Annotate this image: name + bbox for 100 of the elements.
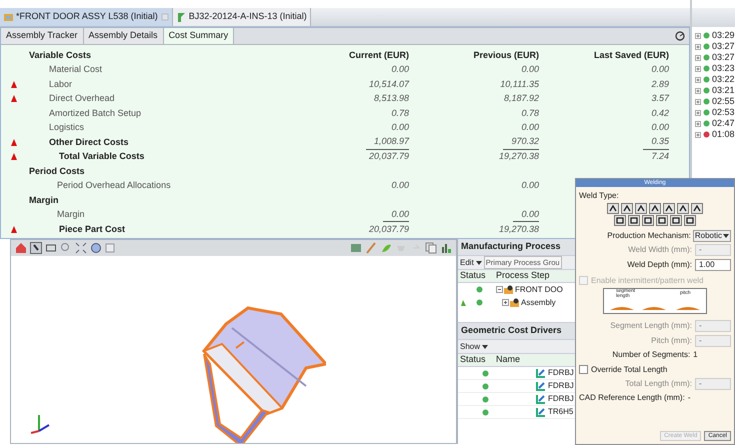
row-label: Margin	[29, 194, 59, 207]
history-time[interactable]: 03:29	[712, 28, 735, 42]
history-time[interactable]: 03:27	[712, 50, 735, 64]
checkbox[interactable]	[579, 365, 588, 374]
column-header: Process Step	[496, 269, 550, 282]
field-label: CAD Reference Length (mm):	[579, 392, 685, 404]
table-cell-text: 2.89	[650, 78, 669, 90]
copy-icon[interactable]	[425, 242, 437, 254]
process-icon	[510, 298, 520, 308]
column-header: Name	[496, 353, 520, 366]
weld-type-icon[interactable]	[663, 203, 675, 214]
column-header: Status	[459, 353, 487, 366]
expand-icon[interactable]	[695, 54, 701, 60]
row-label: Direct Overhead	[48, 92, 115, 105]
weld-type-icon[interactable]	[691, 203, 703, 214]
driver-name[interactable]: TR6H5	[548, 406, 574, 418]
row-label: Margin	[56, 208, 85, 221]
table-cell-text: 0.00	[390, 121, 409, 134]
weld-type-icon[interactable]	[670, 215, 682, 226]
chart-icon[interactable]	[440, 242, 452, 254]
expand-icon[interactable]	[695, 132, 701, 138]
weld-type-icon[interactable]	[677, 203, 689, 214]
field-value: -	[688, 392, 690, 404]
fit-icon[interactable]	[75, 242, 87, 254]
table-cell-text: 0.00	[390, 179, 409, 192]
table-cell-text: 3.57	[650, 92, 669, 105]
weld-type-icon[interactable]	[649, 203, 661, 214]
rotate-icon[interactable]	[90, 242, 102, 254]
driver-name[interactable]: FDRBJ	[548, 393, 574, 405]
input-field[interactable]: 1.00	[695, 259, 731, 271]
table-cell-text: 20,037.79	[368, 150, 409, 163]
assembly-icon	[3, 12, 13, 22]
table-cell-text: 8,187.92	[502, 92, 539, 105]
zoom-icon[interactable]	[60, 242, 72, 254]
pointer-icon[interactable]	[30, 242, 42, 254]
row-label: Labor	[48, 78, 72, 90]
dropdown[interactable]: Robotic	[692, 230, 731, 242]
expand-icon[interactable]	[695, 88, 701, 94]
view-tab[interactable]: Cost Summary	[164, 28, 234, 44]
table-cell: 1,008.97	[366, 135, 409, 150]
weld-type-icon[interactable]	[642, 215, 654, 226]
table-cell-text: 0.00	[650, 63, 669, 76]
expand-icon[interactable]	[695, 66, 701, 72]
history-time[interactable]: 03:23	[712, 62, 735, 76]
expand-icon[interactable]	[695, 120, 701, 126]
refresh-icon[interactable]	[675, 31, 685, 41]
history-time[interactable]: 01:08	[712, 128, 735, 142]
menu-button[interactable]: Edit	[460, 256, 482, 268]
history-time[interactable]: 02:53	[712, 106, 735, 120]
weld-type-icon[interactable]	[628, 215, 640, 226]
document-tab[interactable]: *FRONT DOOR ASSY L538 (Initial)	[0, 8, 173, 26]
expand-icon[interactable]	[695, 110, 701, 116]
weld-type-icon[interactable]	[656, 215, 668, 226]
table-cell-text: 8,513.98	[372, 92, 409, 105]
table-cell-text: 19,270.38	[498, 150, 539, 163]
column-header: Status	[459, 269, 487, 282]
table-cell-text: 0.00	[520, 179, 539, 192]
panel-title: Manufacturing Process	[458, 239, 575, 255]
document-tab[interactable]: BJ32-20124-A-INS-13 (Initial)	[172, 8, 311, 26]
process-step[interactable]: Assembly	[521, 296, 556, 308]
field-label: Production Mechanism:	[607, 230, 691, 242]
expand-icon[interactable]	[695, 32, 701, 38]
caret-icon[interactable]	[723, 234, 729, 238]
table-cell: 0.00	[513, 208, 539, 222]
table-cell: 0.00	[383, 208, 409, 222]
checkbox-label: Enable intermittent/pattern weld	[591, 274, 704, 286]
row-label: Period Costs	[29, 164, 85, 178]
process-step[interactable]: FRONT DOO	[515, 284, 563, 296]
expand-icon[interactable]	[695, 76, 701, 82]
weld-type-icon[interactable]	[621, 203, 633, 214]
driver-name[interactable]: FDRBJ	[548, 367, 574, 379]
history-time[interactable]: 02:55	[712, 94, 735, 108]
expand-icon[interactable]	[695, 98, 701, 104]
expand-icon[interactable]	[502, 299, 509, 306]
table-cell-text: 10,111.35	[499, 78, 539, 90]
caret-icon[interactable]	[476, 260, 482, 264]
weld-type-icon[interactable]	[635, 203, 647, 214]
caret-icon[interactable]	[482, 344, 488, 348]
history-time[interactable]: 03:27	[712, 40, 735, 54]
field-label: Weld Type:	[579, 190, 620, 202]
menu-button[interactable]: Show	[460, 340, 488, 352]
table-cell-text: 0.00	[520, 121, 539, 134]
view-tab[interactable]: Assembly Tracker	[1, 28, 84, 44]
field-label: Segment Length (mm):	[610, 320, 692, 332]
weld-type-icon[interactable]	[684, 215, 696, 226]
weld-type-icon[interactable]	[607, 203, 619, 214]
driver-name[interactable]: FDRBJ	[548, 380, 574, 392]
rectangle-icon[interactable]	[45, 242, 57, 254]
table-cell-text: 0.42	[650, 106, 669, 120]
history-time[interactable]: 02:47	[712, 116, 735, 130]
view-tab[interactable]: Assembly Details	[84, 28, 164, 44]
column-header: Current (EUR)	[349, 48, 409, 62]
table-cell: 0.35	[643, 135, 669, 150]
collapse-icon[interactable]	[496, 286, 503, 293]
weld-type-icon[interactable]	[614, 215, 626, 226]
row-label: Logistics	[48, 121, 84, 134]
history-time[interactable]: 03:22	[712, 72, 735, 86]
row-label: Piece Part Cost	[58, 222, 126, 236]
expand-icon[interactable]	[695, 44, 701, 50]
history-time[interactable]: 03:21	[712, 84, 735, 98]
